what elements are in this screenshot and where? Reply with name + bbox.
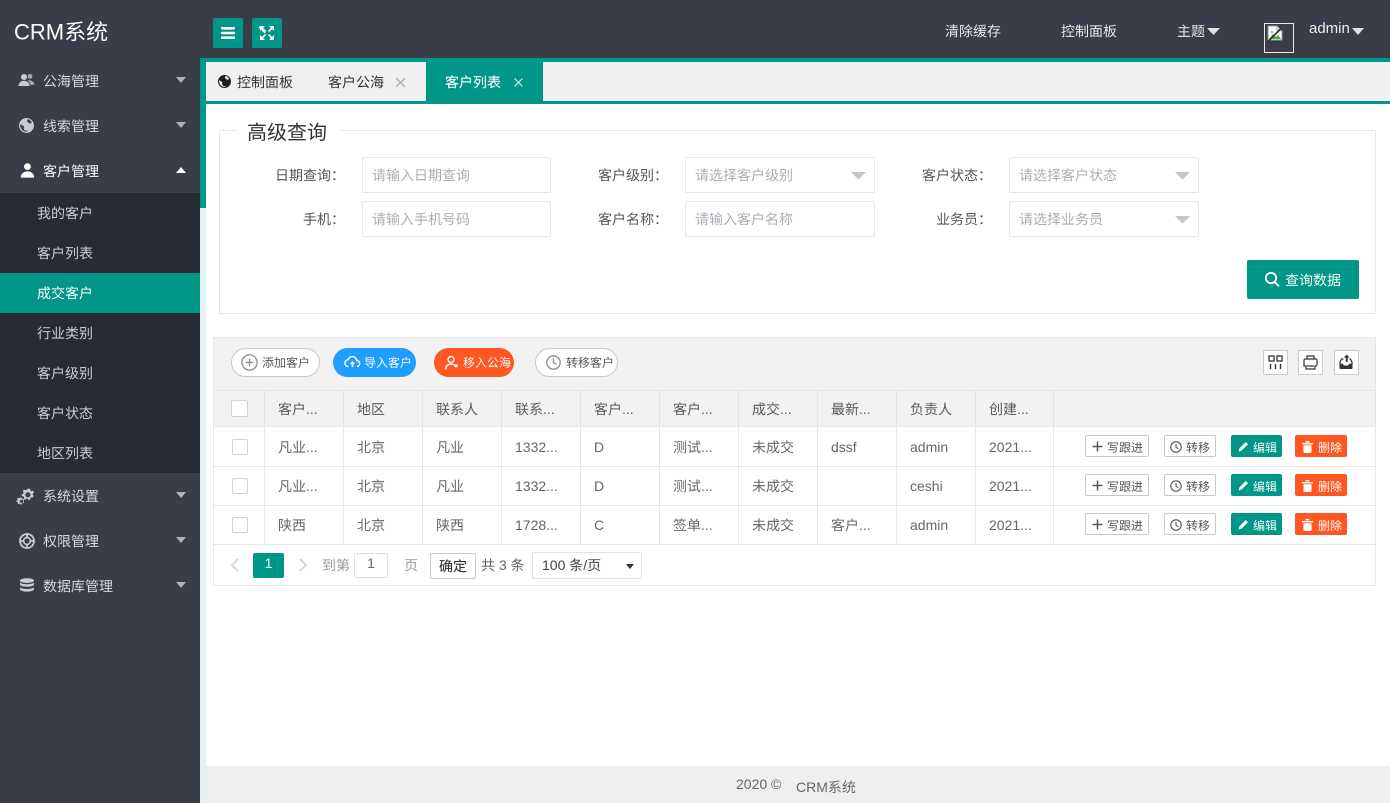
svg-text:D: D bbox=[594, 439, 604, 455]
svg-text:...: ... bbox=[543, 401, 555, 417]
svg-text:...: ... bbox=[701, 439, 713, 455]
svg-text:...: ... bbox=[622, 401, 634, 417]
svg-text:...: ... bbox=[859, 401, 871, 417]
svg-text:1728...: 1728... bbox=[515, 517, 558, 533]
svg-text:3: 3 bbox=[499, 557, 507, 573]
svg-text:/: / bbox=[583, 557, 587, 573]
svg-text:...: ... bbox=[701, 401, 713, 417]
svg-text:dssf: dssf bbox=[831, 439, 857, 455]
svg-text:...: ... bbox=[701, 478, 713, 494]
svg-text:CRM: CRM bbox=[14, 19, 64, 44]
svg-text:100: 100 bbox=[542, 557, 566, 573]
svg-text:ceshi: ceshi bbox=[910, 478, 943, 494]
svg-text:...: ... bbox=[859, 517, 871, 533]
svg-text:1332...: 1332... bbox=[515, 478, 558, 494]
svg-text:...: ... bbox=[701, 517, 713, 533]
svg-text:1332...: 1332... bbox=[515, 439, 558, 455]
svg-text:D: D bbox=[594, 478, 604, 494]
svg-text:CRM: CRM bbox=[796, 779, 828, 795]
svg-text:2021...: 2021... bbox=[989, 517, 1032, 533]
svg-text:C: C bbox=[594, 517, 604, 533]
svg-text:admin: admin bbox=[910, 517, 948, 533]
svg-text:admin: admin bbox=[910, 439, 948, 455]
svg-text:...: ... bbox=[306, 401, 318, 417]
svg-text:...: ... bbox=[780, 401, 792, 417]
svg-text:2021...: 2021... bbox=[989, 478, 1032, 494]
svg-text:...: ... bbox=[306, 478, 318, 494]
svg-text:2021...: 2021... bbox=[989, 439, 1032, 455]
svg-text:...: ... bbox=[306, 439, 318, 455]
svg-text:...: ... bbox=[1017, 401, 1029, 417]
